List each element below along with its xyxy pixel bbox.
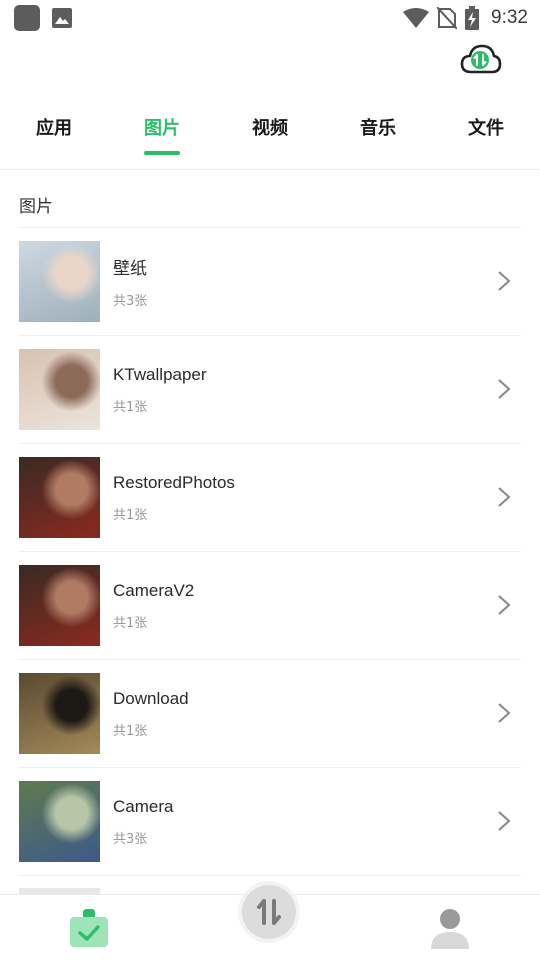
chevron-right-icon bbox=[498, 271, 511, 291]
image-notification-icon bbox=[52, 8, 72, 28]
transfer-icon bbox=[257, 899, 281, 925]
album-row[interactable]: Download 共1张 bbox=[19, 660, 521, 768]
album-count: 共1张 bbox=[113, 615, 148, 631]
album-name: KTwallpaper bbox=[113, 364, 207, 384]
battery-charging-icon bbox=[465, 6, 480, 30]
chevron-right-icon bbox=[498, 811, 511, 831]
active-tab-indicator bbox=[144, 151, 180, 155]
home-bag-check-icon[interactable] bbox=[69, 907, 109, 949]
album-count: 共1张 bbox=[113, 723, 148, 739]
album-thumbnail bbox=[19, 457, 100, 538]
album-row[interactable]: KTwallpaper 共1张 bbox=[19, 336, 521, 444]
album-thumbnail bbox=[19, 241, 100, 322]
album-name: Camera bbox=[113, 796, 174, 816]
album-row[interactable]: RestoredPhotos 共1张 bbox=[19, 444, 521, 552]
status-bar-right: 9:32 bbox=[403, 6, 528, 30]
album-row[interactable]: CameraV2 共1张 bbox=[19, 552, 521, 660]
album-name: CameraV2 bbox=[113, 580, 195, 600]
album-count: 共1张 bbox=[113, 399, 148, 415]
album-list: 壁纸 共3张 KTwallpaper 共1张 RestoredPhotos 共1… bbox=[19, 227, 521, 876]
tab-apps[interactable]: 应用 bbox=[36, 86, 72, 140]
album-name: RestoredPhotos bbox=[113, 472, 235, 492]
album-name: Download bbox=[113, 688, 189, 708]
album-thumbnail bbox=[19, 565, 100, 646]
chevron-right-icon bbox=[498, 379, 511, 399]
album-count: 共1张 bbox=[113, 507, 148, 523]
album-row[interactable]: Camera 共3张 bbox=[19, 768, 521, 876]
album-thumbnail bbox=[19, 781, 100, 862]
status-bar: 9:32 bbox=[0, 0, 540, 36]
chevron-right-icon bbox=[498, 487, 511, 507]
album-thumbnail bbox=[19, 673, 100, 754]
status-bar-left bbox=[14, 5, 72, 31]
bottom-nav bbox=[0, 885, 540, 960]
tab-videos[interactable]: 视频 bbox=[252, 86, 288, 140]
album-row[interactable]: 壁纸 共3张 bbox=[19, 228, 521, 336]
header-actions bbox=[0, 36, 540, 86]
category-tabs: 应用 图片 视频 音乐 文件 bbox=[0, 86, 540, 170]
tab-files[interactable]: 文件 bbox=[468, 86, 504, 140]
tab-music[interactable]: 音乐 bbox=[360, 86, 396, 140]
album-count: 共3张 bbox=[113, 294, 148, 309]
album-thumbnail bbox=[19, 349, 100, 430]
tab-images[interactable]: 图片 bbox=[144, 86, 180, 155]
no-sim-icon bbox=[437, 7, 458, 29]
wifi-icon bbox=[403, 8, 430, 28]
notification-square-icon bbox=[14, 5, 40, 31]
chevron-right-icon bbox=[498, 703, 511, 723]
cloud-transfer-icon[interactable] bbox=[460, 42, 502, 78]
transfer-button[interactable] bbox=[242, 885, 296, 939]
section-title: 图片 bbox=[19, 197, 53, 217]
album-count: 共3张 bbox=[113, 831, 148, 847]
album-name: 壁纸 bbox=[113, 259, 147, 278]
chevron-right-icon bbox=[498, 595, 511, 615]
status-time: 9:32 bbox=[491, 7, 528, 28]
user-icon[interactable] bbox=[430, 907, 470, 949]
